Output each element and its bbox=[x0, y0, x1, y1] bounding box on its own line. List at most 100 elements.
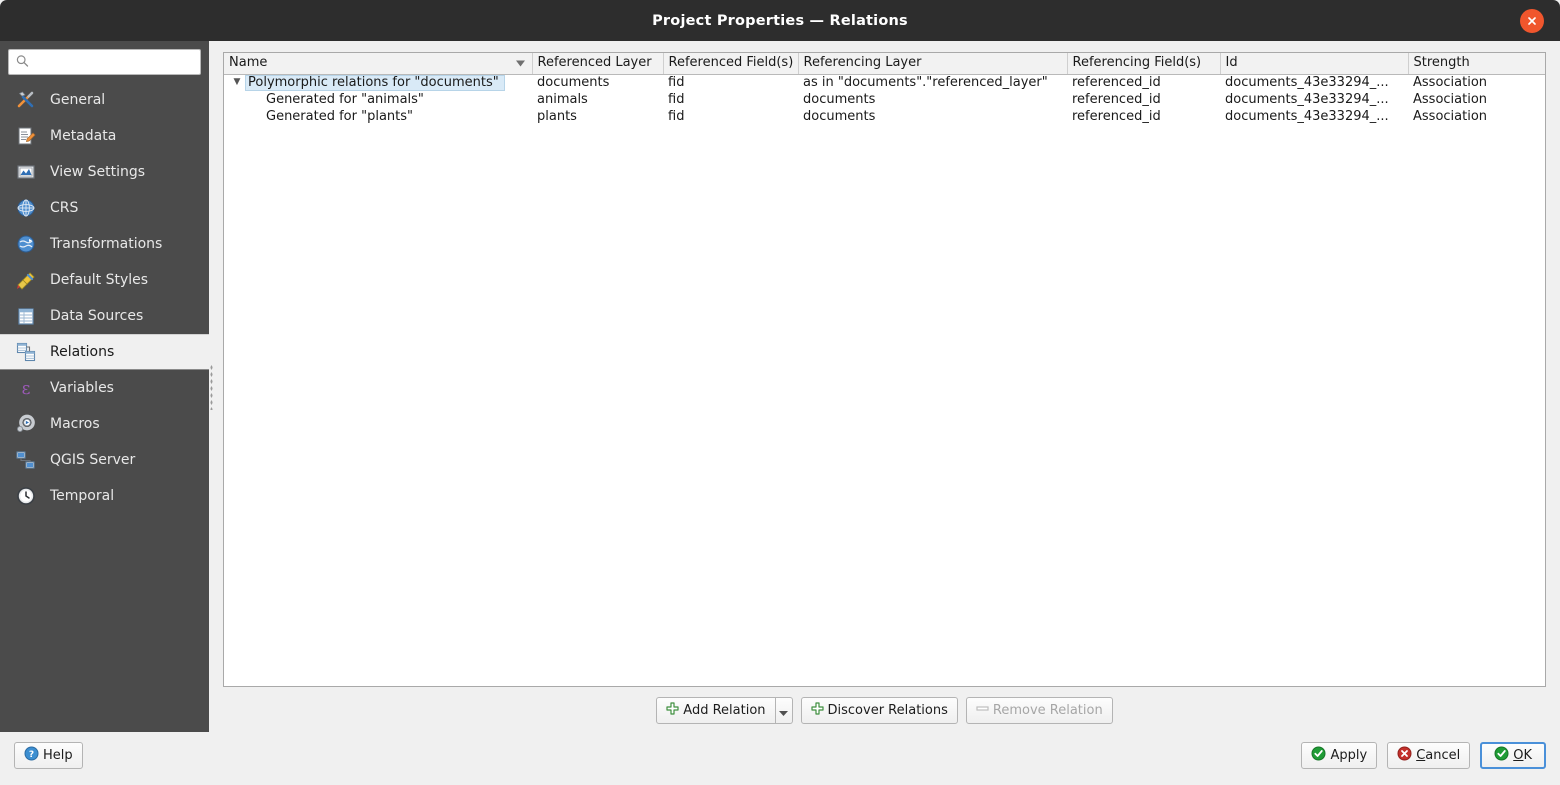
ok-label: OK bbox=[1513, 748, 1532, 763]
settings-sidebar: General Metadata View Settings CRS Trans… bbox=[0, 41, 209, 732]
project-properties-dialog: Project Properties — Relations General M… bbox=[0, 0, 1560, 785]
column-header-strength[interactable]: Strength bbox=[1408, 53, 1545, 75]
sidebar-item-label: QGIS Server bbox=[50, 452, 136, 468]
column-header-label: Id bbox=[1225, 55, 1238, 71]
column-header-referenced-fields[interactable]: Referenced Field(s) bbox=[663, 53, 799, 75]
help-icon: ? bbox=[24, 746, 39, 765]
apply-button[interactable]: Apply bbox=[1301, 741, 1378, 769]
cancel-label: Cancel bbox=[1416, 748, 1460, 763]
sidebar-item-general[interactable]: General bbox=[0, 82, 209, 118]
check-circle-icon bbox=[1311, 746, 1326, 765]
sidebar-item-macros[interactable]: Macros bbox=[0, 406, 209, 442]
cell-referencing-layer: as in "documents"."referenced_layer" bbox=[803, 75, 1048, 91]
cell-referenced-layer: documents bbox=[537, 75, 610, 91]
relation-actions-toolbar: Add Relation Discover Relations Remove R… bbox=[223, 687, 1546, 732]
sidebar-item-metadata[interactable]: Metadata bbox=[0, 118, 209, 154]
sidebar-item-label: Metadata bbox=[50, 128, 117, 144]
paintbrush-icon bbox=[14, 268, 38, 292]
row-name-label: Generated for "animals" bbox=[266, 91, 424, 107]
discover-relations-label: Discover Relations bbox=[827, 703, 948, 718]
add-relation-label: Add Relation bbox=[683, 703, 766, 718]
sidebar-item-default-styles[interactable]: Default Styles bbox=[0, 262, 209, 298]
sort-descending-icon bbox=[515, 56, 525, 71]
discover-relations-button[interactable]: Discover Relations bbox=[800, 697, 958, 724]
remove-relation-button[interactable]: Remove Relation bbox=[965, 697, 1113, 724]
help-label: Help bbox=[43, 747, 73, 763]
svg-text:?: ? bbox=[29, 750, 34, 760]
column-header-label: Referenced Field(s) bbox=[668, 55, 794, 71]
relations-table: Name Referenced Layer Referenced Field(s… bbox=[224, 53, 1545, 125]
cell-name[interactable]: Generated for "animals" bbox=[224, 91, 532, 108]
column-header-referencing-layer[interactable]: Referencing Layer bbox=[798, 53, 1068, 75]
epsilon-icon: ε bbox=[14, 376, 38, 400]
cell-strength: Association bbox=[1413, 109, 1488, 124]
table-row[interactable]: ▼ Polymorphic relations for "documents" d… bbox=[224, 74, 1545, 91]
help-button[interactable]: ? Help bbox=[14, 741, 83, 769]
cell-name[interactable]: Generated for "plants" bbox=[224, 108, 532, 125]
hammer-screwdriver-icon bbox=[14, 88, 38, 112]
cell-name[interactable]: ▼ Polymorphic relations for "documents" bbox=[224, 74, 532, 91]
sidebar-item-qgis-server[interactable]: QGIS Server bbox=[0, 442, 209, 478]
add-relation-dropdown-button[interactable] bbox=[775, 697, 793, 724]
map-view-icon bbox=[14, 160, 38, 184]
search-box[interactable] bbox=[8, 49, 201, 75]
globe-grid-icon bbox=[14, 196, 38, 220]
plus-icon bbox=[810, 702, 824, 719]
ok-button[interactable]: OK bbox=[1480, 741, 1546, 769]
window-title: Project Properties — Relations bbox=[652, 12, 908, 29]
column-header-label: Referencing Layer bbox=[803, 55, 922, 71]
sidebar-item-label: General bbox=[50, 92, 106, 108]
cell-referencing-layer: documents bbox=[803, 92, 876, 107]
cell-referenced-fields: fid bbox=[668, 75, 685, 91]
dialog-footer: ? Help Apply Cancel OK bbox=[0, 732, 1560, 778]
globe-transform-icon bbox=[14, 232, 38, 256]
close-icon[interactable] bbox=[1520, 8, 1544, 33]
column-header-id[interactable]: Id bbox=[1220, 53, 1409, 75]
sidebar-item-variables[interactable]: ε Variables bbox=[0, 370, 209, 406]
server-network-icon bbox=[14, 448, 38, 472]
cell-referenced-layer: animals bbox=[537, 92, 588, 107]
check-circle-icon bbox=[1494, 746, 1509, 765]
sidebar-item-view-settings[interactable]: View Settings bbox=[0, 154, 209, 190]
sidebar-item-label: Temporal bbox=[50, 488, 115, 504]
cell-id: documents_43e33294_... bbox=[1225, 109, 1389, 124]
column-header-name[interactable]: Name bbox=[224, 53, 533, 75]
sidebar-item-transformations[interactable]: Transformations bbox=[0, 226, 209, 262]
cell-strength: Association bbox=[1413, 92, 1488, 107]
cell-referencing-layer: documents bbox=[803, 109, 876, 124]
cell-referenced-layer: plants bbox=[537, 109, 577, 124]
sidebar-item-label: Variables bbox=[50, 380, 114, 396]
column-header-referencing-fields[interactable]: Referencing Field(s) bbox=[1067, 53, 1221, 75]
document-pencil-icon bbox=[14, 124, 38, 148]
cancel-circle-icon bbox=[1397, 746, 1412, 765]
row-name-label: Polymorphic relations for "documents" bbox=[245, 74, 505, 91]
sidebar-item-label: View Settings bbox=[50, 164, 146, 180]
cell-id: documents_43e33294_... bbox=[1225, 75, 1389, 91]
chevron-down-icon bbox=[779, 701, 789, 720]
cancel-button[interactable]: Cancel bbox=[1387, 741, 1471, 769]
sidebar-item-crs[interactable]: CRS bbox=[0, 190, 209, 226]
sidebar-splitter[interactable] bbox=[209, 41, 214, 732]
row-name-label: Generated for "plants" bbox=[266, 108, 414, 124]
search-icon bbox=[16, 53, 29, 72]
cell-strength: Association bbox=[1413, 75, 1488, 91]
table-header-row: Name Referenced Layer Referenced Field(s… bbox=[224, 53, 1545, 75]
expand-collapse-arrow-icon[interactable]: ▼ bbox=[229, 75, 245, 89]
sidebar-item-data-sources[interactable]: Data Sources bbox=[0, 298, 209, 334]
sidebar-item-relations[interactable]: Relations bbox=[0, 334, 209, 370]
sidebar-item-label: Transformations bbox=[50, 236, 163, 252]
add-relation-button[interactable]: Add Relation bbox=[656, 697, 776, 724]
sidebar-item-label: Relations bbox=[50, 344, 115, 360]
ok-label-rest: K bbox=[1523, 747, 1532, 763]
relations-table-frame: Name Referenced Layer Referenced Field(s… bbox=[223, 52, 1546, 687]
table-row[interactable]: Generated for "animals" animals fid docu… bbox=[224, 91, 1545, 108]
table-row[interactable]: Generated for "plants" plants fid docume… bbox=[224, 108, 1545, 125]
column-header-referenced-layer[interactable]: Referenced Layer bbox=[532, 53, 664, 75]
search-input[interactable] bbox=[9, 50, 200, 74]
relations-icon bbox=[14, 340, 38, 364]
sidebar-item-temporal[interactable]: Temporal bbox=[0, 478, 209, 514]
cancel-label-rest: ancel bbox=[1425, 747, 1461, 763]
minus-icon bbox=[976, 702, 989, 719]
ok-mnemonic: O bbox=[1513, 747, 1524, 763]
column-header-label: Referencing Field(s) bbox=[1072, 55, 1202, 71]
